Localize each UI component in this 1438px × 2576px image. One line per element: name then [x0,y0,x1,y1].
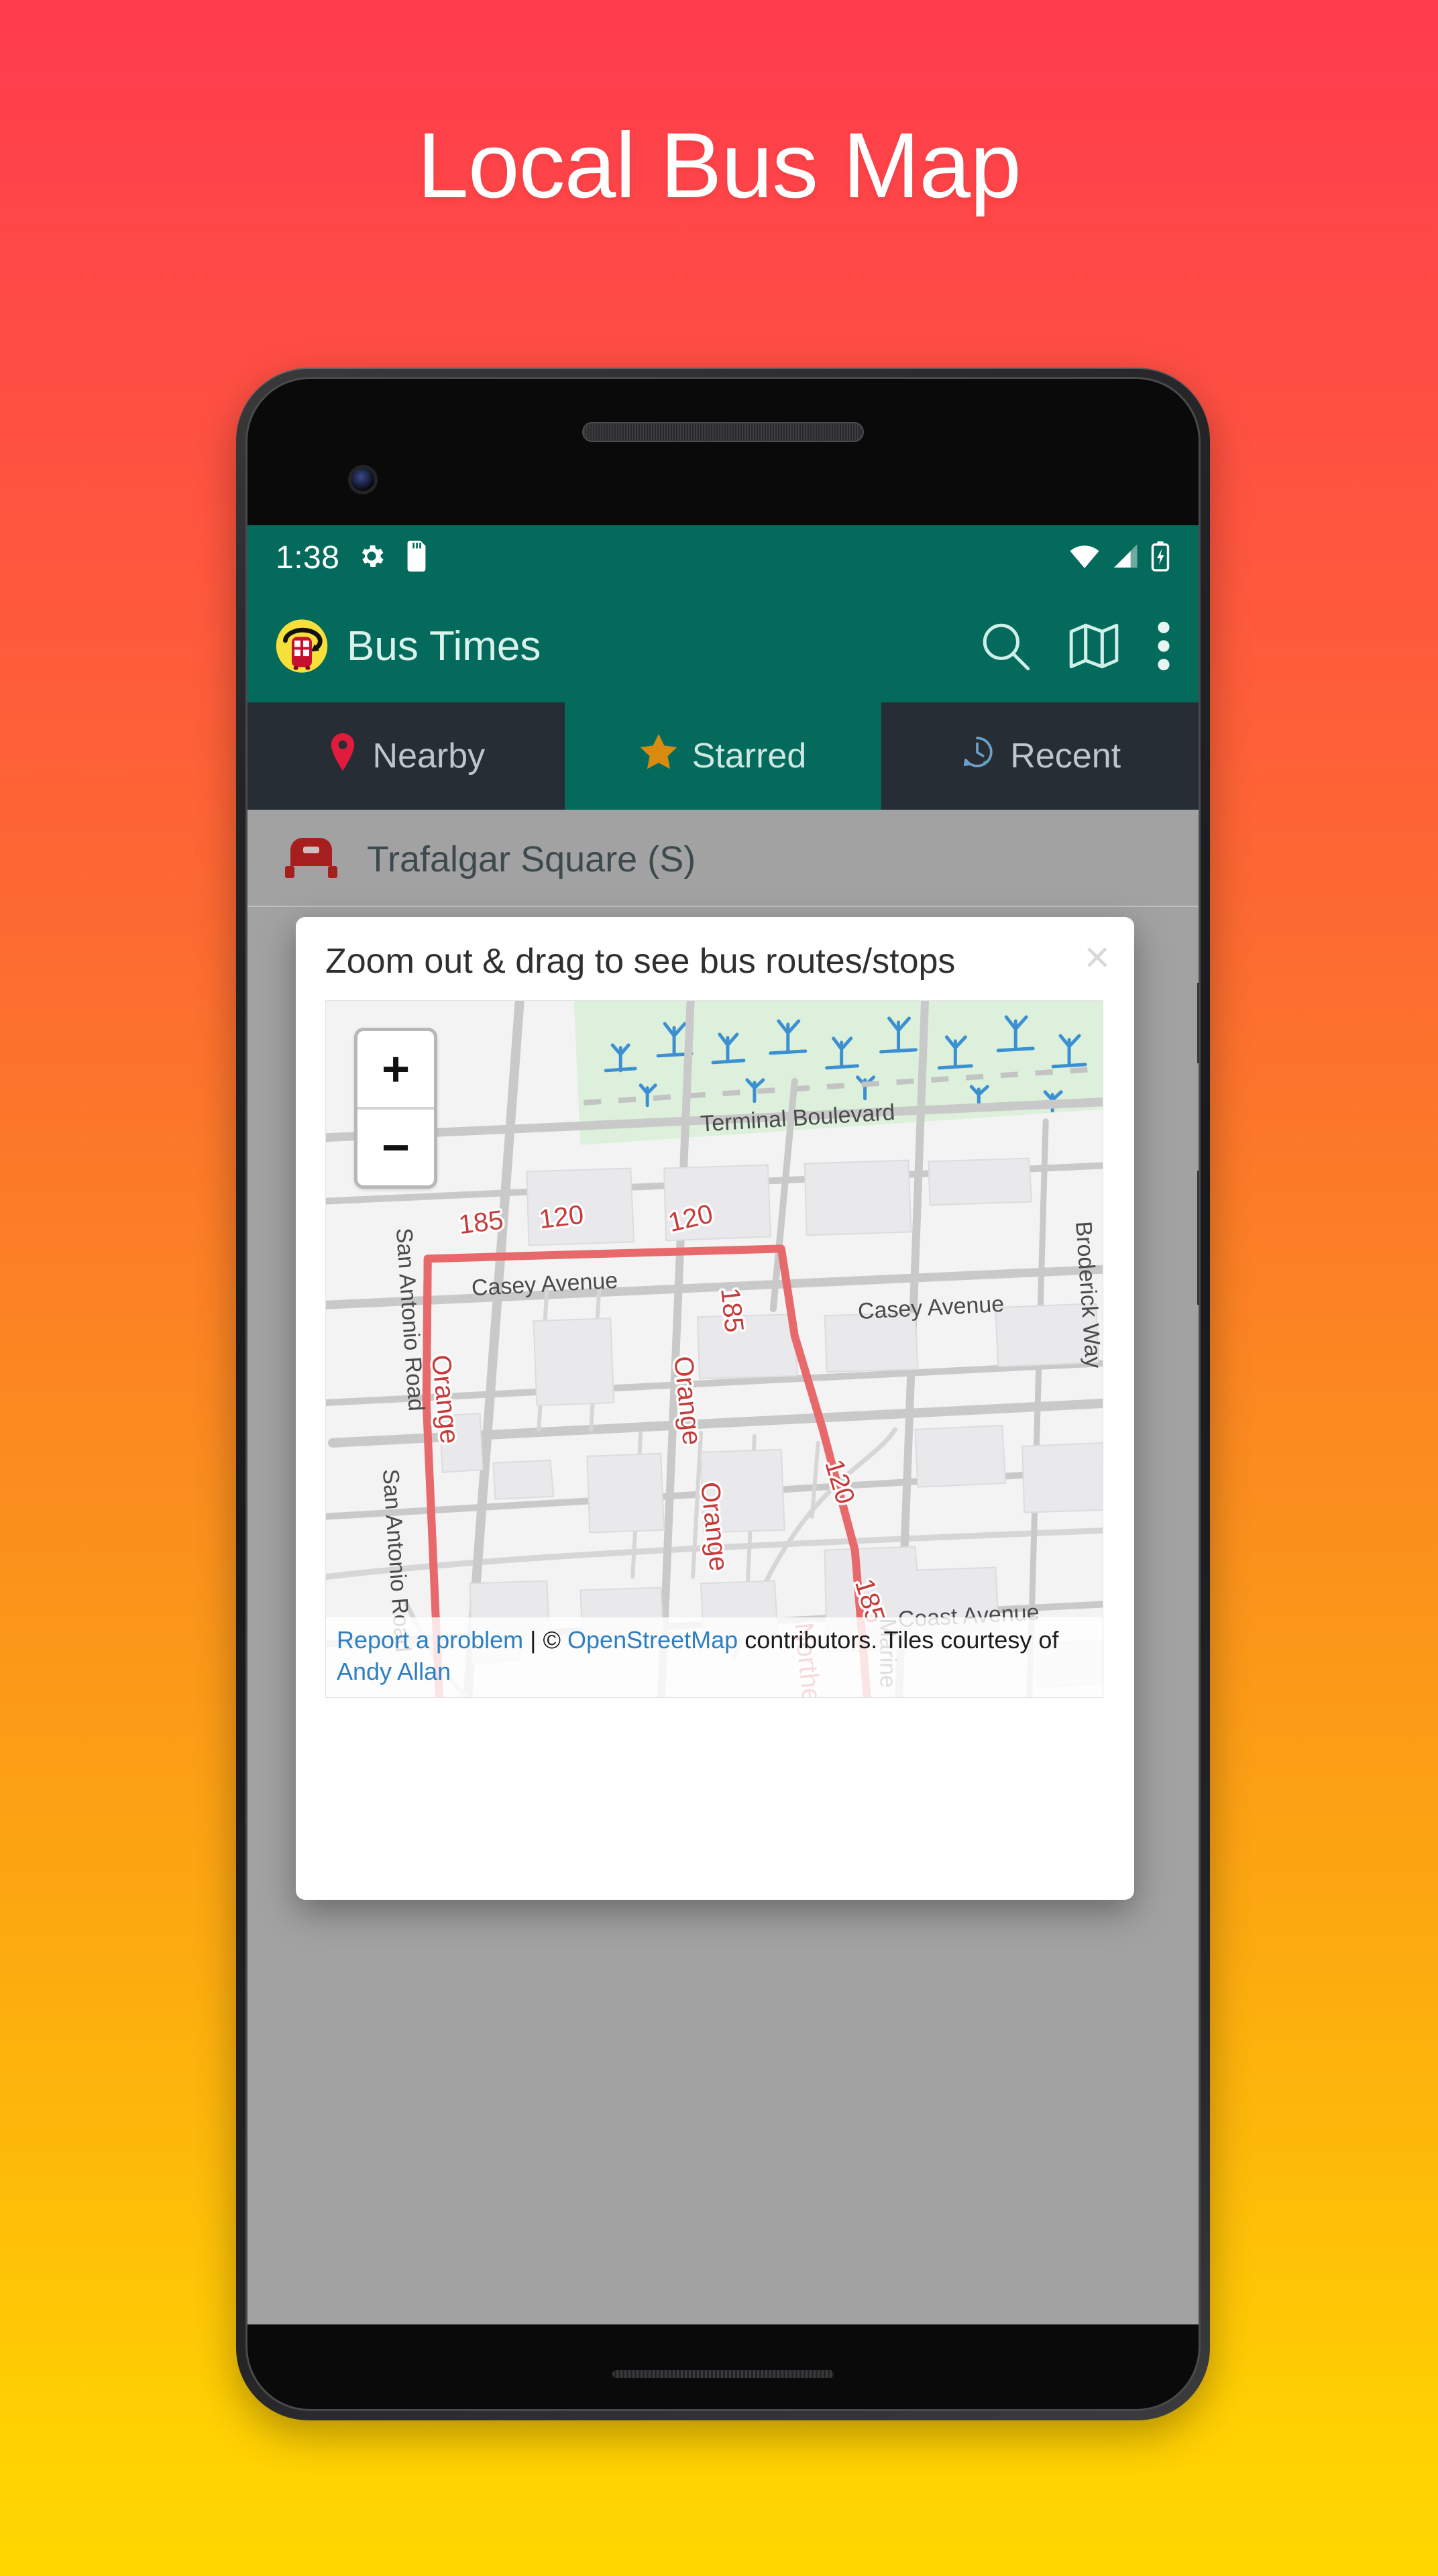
app-bar: Bus Times [247,590,1199,702]
location-pin-icon [327,733,358,780]
battery-charging-icon [1150,541,1170,575]
list-item[interactable]: Trafalgar Square (S) [247,810,1199,907]
tab-starred[interactable]: Starred [564,702,882,810]
map-attribution: Report a problem | © OpenStreetMap contr… [326,1617,1103,1697]
device-screen: 1:38 Bus Times Nearby Starred Recent Tra… [247,525,1199,2324]
svg-text:120: 120 [537,1200,585,1235]
wifi-icon [1068,543,1101,573]
page-title: Local Bus Map [417,114,1021,217]
stop-list: Trafalgar Square (S) × Zoom out & drag t… [247,810,1199,2324]
bus-logo-icon [274,619,329,674]
star-icon [640,733,677,779]
bottom-speaker-icon [612,2370,834,2378]
map-icon[interactable] [1067,619,1121,673]
report-problem-link[interactable]: Report a problem [337,1626,523,1654]
gear-icon [357,541,386,574]
tab-bar: Nearby Starred Recent [247,702,1199,810]
tab-nearby-label: Nearby [372,737,486,775]
status-bar: 1:38 [247,525,1199,590]
map-zoom-controls: + − [354,1028,437,1189]
map-dialog: × Zoom out & drag to see bus routes/stop… [296,917,1134,1900]
zoom-in-button[interactable]: + [357,1031,434,1110]
route-map[interactable]: .rd { stroke:#C9C9C9; fill:none; stroke-… [325,1000,1103,1698]
close-icon[interactable]: × [1084,934,1110,979]
bus-stop-icon [282,837,340,881]
attribution-middle-text: contributors. Tiles courtesy of [738,1625,1059,1654]
status-bar-clock: 1:38 [276,539,340,576]
sd-card-icon [404,540,429,575]
map-canvas: .rd { stroke:#C9C9C9; fill:none; stroke-… [326,1001,1103,1697]
tab-nearby[interactable]: Nearby [247,702,565,810]
attribution-separator: | © [523,1625,568,1654]
andy-allan-link[interactable]: Andy Allan [337,1658,451,1685]
phone-screen-bezel: 1:38 Bus Times Nearby Starred Recent Tra… [245,377,1201,2411]
cell-signal-icon [1111,543,1140,573]
svg-text:185: 185 [457,1205,504,1240]
power-button[interactable] [1197,1171,1199,1305]
search-icon[interactable] [979,619,1032,673]
zoom-out-button[interactable]: − [357,1110,434,1185]
history-clock-icon [959,734,995,779]
dialog-message: Zoom out & drag to see bus routes/stops [325,942,956,981]
overflow-menu-icon[interactable] [1156,619,1172,673]
phone-mockup: 1:38 Bus Times Nearby Starred Recent Tra… [236,368,1210,2420]
openstreetmap-link[interactable]: OpenStreetMap [567,1626,738,1654]
tab-starred-label: Starred [692,737,807,775]
earpiece-speaker-icon [582,422,864,442]
tab-recent-label: Recent [1010,737,1121,775]
front-camera-icon [348,465,378,494]
volume-button[interactable] [1197,983,1199,1063]
svg-text:185: 185 [715,1287,749,1334]
list-item-label: Trafalgar Square (S) [367,839,696,879]
app-title: Bus Times [347,623,541,669]
tab-recent[interactable]: Recent [881,702,1199,810]
